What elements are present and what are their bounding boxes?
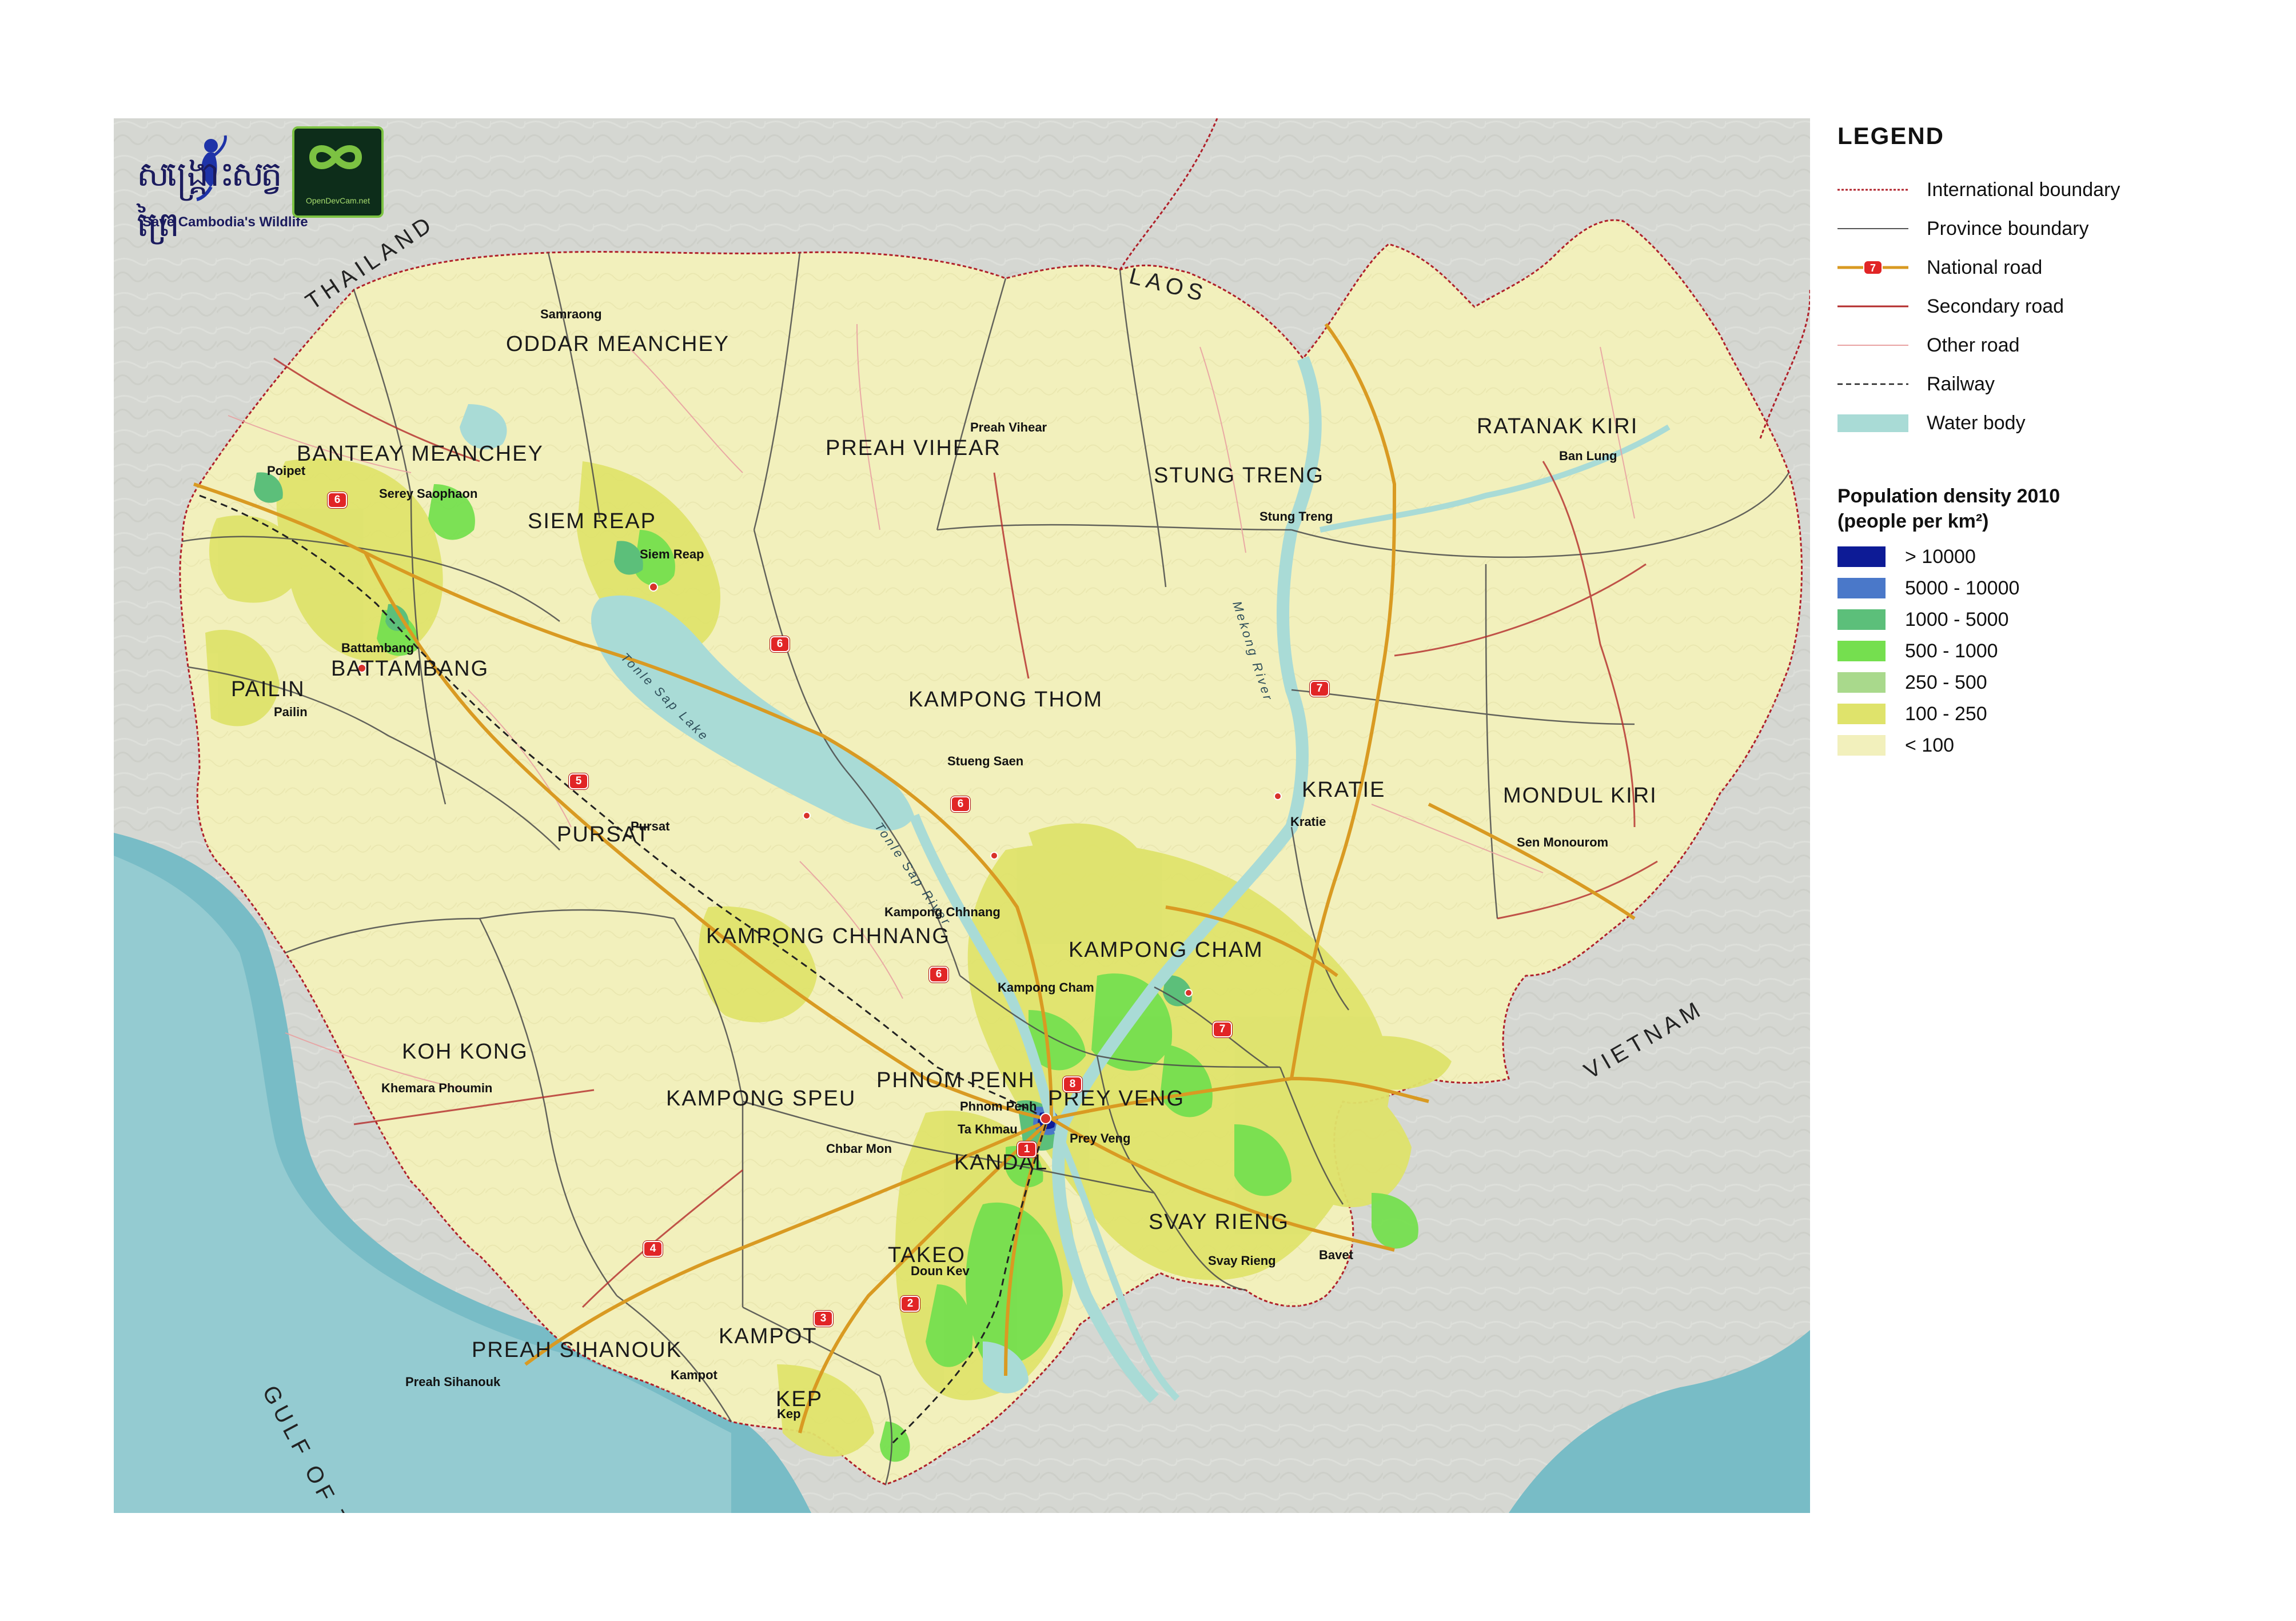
province-label-kampong-thom: KAMPONG THOM [908,688,1103,712]
province-label-kampong-speu: KAMPONG SPEU [666,1087,856,1111]
other-road-symbol [1837,345,1908,346]
town-label-ban-lung: Ban Lung [1559,449,1617,463]
density-legend-title: Population density 2010 (people per km²) [1837,484,2060,534]
town-label-poipet: Poipet [267,464,306,478]
density-swatch [1837,704,1886,724]
province-label-kampot: KAMPOT [719,1324,818,1348]
town-label-chbar-mon: Chbar Mon [826,1141,892,1156]
town-label-phnom-penh: Phnom Penh [960,1099,1037,1113]
density-swatch [1837,735,1886,756]
province-label-pailin: PAILIN [231,677,305,701]
town-label-ta-khmau: Ta Khmau [958,1122,1018,1136]
legend-label: Water body [1927,412,2026,434]
legend-label: National road [1927,257,2043,278]
legend-label: International boundary [1927,179,2120,201]
legend-label: Other road [1927,334,2020,356]
town-label-preah-sihanouk: Preah Sihanouk [405,1375,501,1389]
density-swatch-label: 250 - 500 [1905,672,1987,693]
town-label-svay-rieng: Svay Rieng [1208,1253,1276,1268]
province-label-kratie: KRATIE [1302,778,1386,802]
town-label-battambang: Battambang [341,641,414,655]
province-label-koh-kong: KOH KONG [402,1040,528,1064]
town-label-stung-treng: Stung Treng [1259,509,1333,524]
density-swatch-label: 5000 - 10000 [1905,577,2020,599]
road-shield-7: 7 [1213,1021,1232,1037]
national-road-shield-text: 7 [1870,262,1876,274]
density-swatch-label: 100 - 250 [1905,703,1987,725]
province-label-siem-reap: SIEM REAP [528,509,656,533]
province-label-kampong-cham: KAMPONG CHAM [1069,938,1263,962]
road-shield-7: 7 [1310,681,1329,697]
legend-label: Province boundary [1927,218,2089,239]
infinity-icon [309,145,362,169]
town-label-samraong: Samraong [540,307,602,321]
road-shield-2: 2 [900,1296,920,1312]
province-label-banteay-meanchey: BANTEAY MEANCHEY [297,442,544,466]
road-shield-6: 6 [770,636,790,652]
wildlife-logo-khmer-text: សង្គ្រោះសត្វព្រៃ [137,154,282,245]
town-label-pailin: Pailin [274,705,308,719]
opendevcam-logo: OpenDevCam.net [292,126,384,218]
town-label-doun-kev: Doun Kev [911,1264,970,1278]
town-label-serey-saophoan: Serey Saophaon [379,486,478,501]
town-label-kampot: Kampot [671,1368,718,1382]
international-boundary-symbol [1837,189,1908,191]
density-swatch-label: 500 - 1000 [1905,640,1998,662]
map-frame: សង្គ្រោះសត្វព្រៃ Save Cambodia's Wildlif… [114,118,1810,1513]
road-shield-6: 6 [951,796,970,812]
road-shield-6: 6 [328,492,347,508]
legend-label: Secondary road [1927,296,2064,317]
density-unit-text: (people per km²) [1837,510,1989,532]
town-label-bavet: Bavet [1319,1248,1353,1262]
town-label-siem-reap: Siem Reap [640,547,704,561]
province-label-battambang: BATTAMBANG [331,657,489,681]
water-body-symbol [1837,414,1908,432]
province-label-kampong-chhnang: KAMPONG CHHNANG [706,924,950,948]
railway-symbol [1837,383,1908,385]
density-swatch-label: 1000 - 5000 [1905,609,2009,630]
town-label-pursat: Pursat [631,819,670,833]
density-swatch-label: < 100 [1905,734,1955,756]
province-label-stung-treng: STUNG TRENG [1154,464,1324,488]
province-label-svay-rieng: SVAY RIENG [1149,1210,1289,1234]
town-label-kampong-cham: Kampong Cham [998,980,1094,995]
secondary-road-symbol [1837,305,1908,308]
opendevcam-caption: OpenDevCam.net [305,196,370,205]
province-label-mondul-kiri: MONDUL KIRI [1503,784,1657,808]
province-label-phnom-penh: PHNOM PENH [876,1068,1035,1092]
town-label-kampong-chhnang: Kampong Chhnang [884,905,1000,919]
province-boundary-symbol [1837,228,1908,229]
road-shield-8: 8 [1063,1076,1082,1092]
town-label-sen-monourom: Sen Monourom [1517,835,1609,849]
province-label-oddar-meanchey: ODDAR MEANCHEY [506,332,730,356]
road-shield-4: 4 [643,1241,663,1257]
province-label-preah-sihanouk: PREAH SIHANOUK [472,1338,682,1362]
legend: LEGEND International boundary Province b… [1837,122,2272,756]
map-canvas [114,118,1810,1513]
legend-title: LEGEND [1837,122,1945,149]
density-swatch [1837,578,1886,598]
province-label-preah-vihear: PREAH VIHEAR [826,436,1001,460]
density-swatch-label: > 10000 [1905,546,1976,568]
density-swatch [1837,641,1886,661]
legend-label: Railway [1927,373,1995,395]
town-label-stueng-saen: Stueng Saen [947,754,1024,768]
wildlife-logo-caption: Save Cambodia's Wildlife [142,214,308,230]
density-swatch [1837,609,1886,630]
road-shield-3: 3 [814,1311,833,1327]
province-label-ratanak-kiri: RATANAK KIRI [1477,414,1639,438]
road-shield-5: 5 [569,773,588,789]
town-label-kep: Kep [777,1407,801,1421]
town-label-kratie: Kratie [1290,815,1326,829]
density-title-text: Population density 2010 [1837,485,2060,507]
national-road-symbol: 7 [1837,260,1908,275]
save-cambodias-wildlife-logo: សង្គ្រោះសត្វព្រៃ Save Cambodia's Wildlif… [131,130,308,245]
road-shield-1: 1 [1017,1141,1037,1157]
density-swatch [1837,546,1886,567]
density-swatch [1837,672,1886,693]
town-label-prey-veng: Prey Veng [1070,1131,1131,1145]
town-label-preah-vihear: Preah Vihear [970,420,1047,434]
road-shield-6: 6 [929,967,948,983]
town-label-khemara-phoumin: Khemara Phoumin [381,1081,493,1095]
